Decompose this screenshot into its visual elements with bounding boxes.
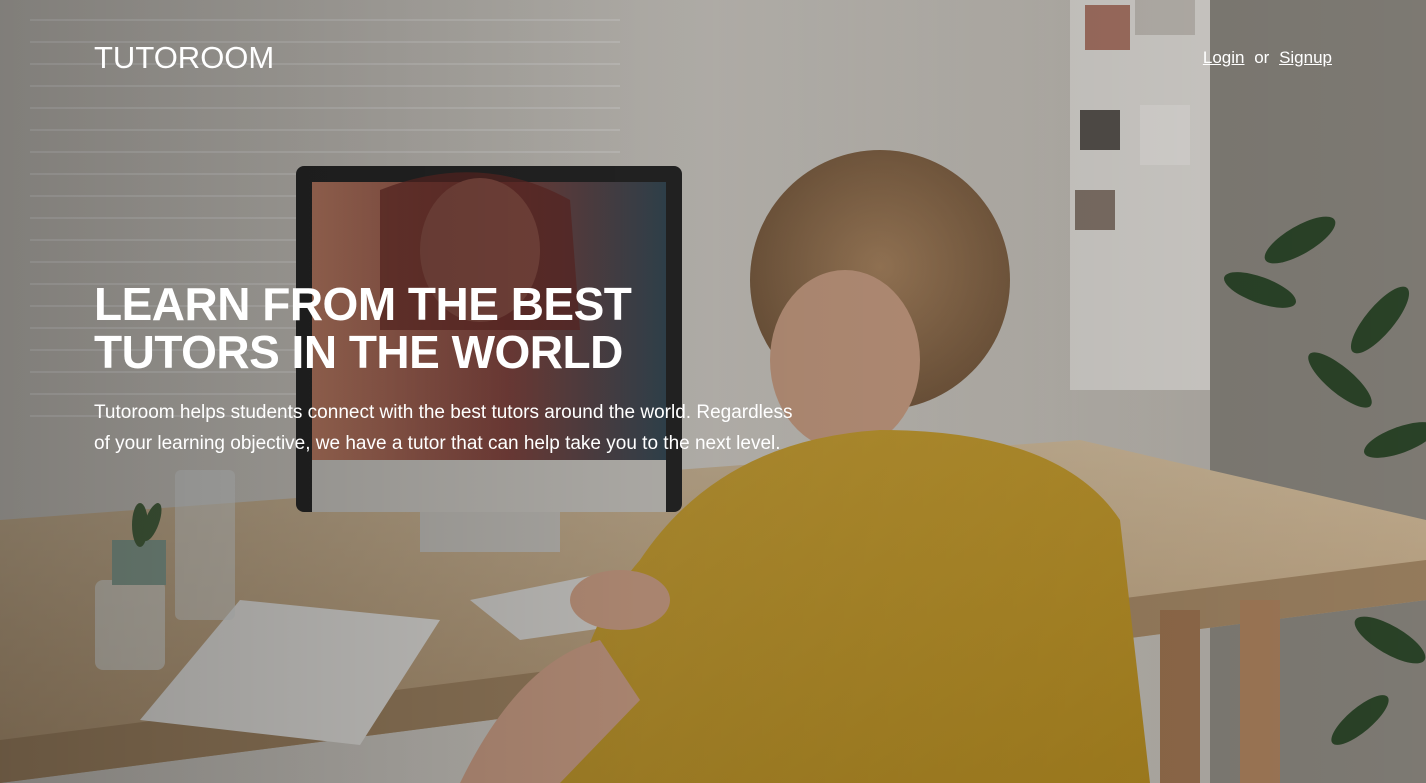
hero-headline: LEARN FROM THE BEST TUTORS IN THE WORLD bbox=[94, 280, 734, 376]
brand-logo[interactable]: TUTOROOM bbox=[94, 40, 274, 76]
login-link[interactable]: Login bbox=[1203, 48, 1245, 67]
hero-headline-line-1: LEARN FROM THE BEST bbox=[94, 278, 632, 330]
auth-links: Login or Signup bbox=[1203, 48, 1332, 68]
hero-description: Tutoroom helps students connect with the… bbox=[94, 402, 793, 454]
hero-section: TUTOROOM Login or Signup LEARN FROM THE … bbox=[0, 0, 1426, 783]
auth-separator: or bbox=[1254, 48, 1270, 67]
hero-headline-line-2: TUTORS IN THE WORLD bbox=[94, 326, 623, 378]
signup-link[interactable]: Signup bbox=[1279, 48, 1332, 67]
dark-overlay bbox=[0, 0, 1426, 783]
